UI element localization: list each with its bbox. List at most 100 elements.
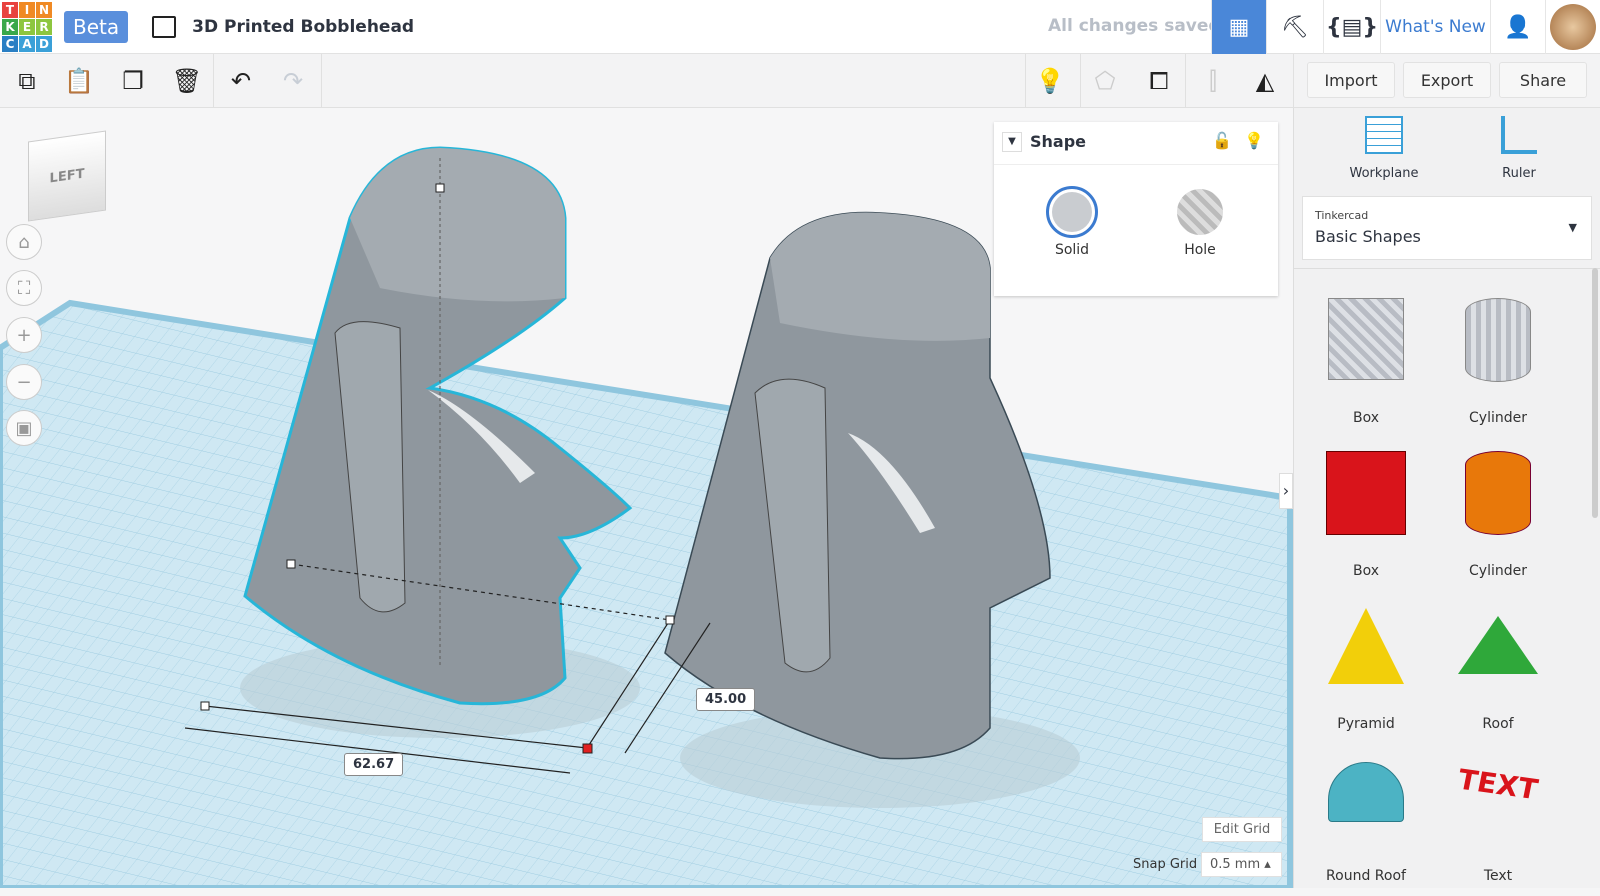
- shape-label: Text: [1483, 868, 1513, 884]
- share-button[interactable]: Share: [1499, 62, 1587, 98]
- beta-badge: Beta: [64, 10, 129, 43]
- zoom-out-button[interactable]: −: [6, 364, 42, 400]
- shape-text[interactable]: TEXT Text: [1438, 746, 1558, 896]
- logo-letter: I: [19, 1, 35, 18]
- logo-letter: K: [2, 18, 18, 35]
- align-icon[interactable]: ⫿: [1196, 64, 1230, 98]
- design-title[interactable]: 3D Printed Bobblehead: [192, 17, 414, 37]
- logo-letter: C: [2, 35, 18, 52]
- paste-icon[interactable]: 📋: [62, 64, 96, 98]
- undo-icon[interactable]: ↶: [224, 64, 258, 98]
- home-view-button[interactable]: ⌂: [6, 224, 42, 260]
- shape-label: Cylinder: [1469, 410, 1527, 426]
- redo-icon[interactable]: ↷: [276, 64, 310, 98]
- library-source: Tinkercad: [1315, 209, 1369, 222]
- logo-letter: A: [19, 35, 35, 52]
- shape-label: Roof: [1482, 716, 1514, 732]
- cylinder-icon: [1465, 451, 1531, 535]
- snap-grid-value: 0.5 mm: [1210, 857, 1261, 872]
- group-icon[interactable]: ⬠: [1088, 64, 1122, 98]
- library-name: Basic Shapes: [1315, 227, 1421, 246]
- logo-letter: N: [36, 1, 52, 18]
- shape-label: Round Roof: [1326, 868, 1406, 884]
- inspector-title: Shape: [1030, 132, 1087, 151]
- shapes-panel: Workplane Ruler Tinkercad Basic Shapes ▼…: [1293, 108, 1600, 888]
- shape-cylinder-hole[interactable]: Cylinder: [1438, 288, 1558, 438]
- snap-grid-label: Snap Grid: [1133, 857, 1198, 872]
- add-user-icon: 👤: [1504, 14, 1532, 40]
- import-button[interactable]: Import: [1307, 62, 1395, 98]
- ruler-button[interactable]: Ruler: [1469, 116, 1569, 181]
- edit-grid-button[interactable]: Edit Grid: [1202, 817, 1282, 842]
- fit-view-button[interactable]: ⛶: [6, 270, 42, 306]
- workplane-button[interactable]: Workplane: [1334, 116, 1434, 181]
- collapse-panel-button[interactable]: ›: [1279, 473, 1293, 509]
- depth-dimension[interactable]: 45.00: [696, 688, 756, 711]
- shape-label: Box: [1352, 563, 1380, 579]
- workplane-label: Workplane: [1349, 166, 1419, 181]
- shapes-scrollbar[interactable]: [1592, 268, 1598, 518]
- logo-letter: E: [19, 18, 35, 35]
- collapse-inspector-button[interactable]: ▼: [1002, 132, 1022, 152]
- delete-icon[interactable]: 🗑: [170, 64, 204, 98]
- codeblocks-icon: {▤}: [1325, 14, 1379, 40]
- zoom-in-button[interactable]: +: [6, 317, 42, 353]
- shape-label: Pyramid: [1337, 716, 1395, 732]
- box-icon: [1326, 451, 1406, 535]
- shape-cylinder[interactable]: Cylinder: [1438, 441, 1558, 591]
- shape-box-hole[interactable]: Box: [1306, 288, 1426, 438]
- perspective-icon: ▣: [15, 417, 33, 439]
- fit-icon: ⛶: [17, 277, 31, 299]
- lock-icon[interactable]: 🔓: [1212, 131, 1232, 150]
- mirror-icon[interactable]: ◭: [1248, 64, 1282, 98]
- ruler-icon: [1501, 116, 1537, 154]
- ruler-label: Ruler: [1502, 166, 1536, 181]
- shape-label: Cylinder: [1469, 563, 1527, 579]
- ungroup-icon[interactable]: ⧠: [1142, 64, 1176, 98]
- cylinder-icon: [1465, 298, 1531, 382]
- pyramid-icon: [1328, 608, 1404, 684]
- shape-round-roof[interactable]: Round Roof: [1306, 746, 1426, 896]
- whats-new-link[interactable]: What's New: [1380, 0, 1490, 54]
- design-list-icon[interactable]: [152, 15, 177, 38]
- grid-icon: ▦: [1228, 14, 1250, 40]
- duplicate-icon[interactable]: ❐: [116, 64, 150, 98]
- shape-roof[interactable]: Roof: [1438, 594, 1558, 744]
- library-select[interactable]: Tinkercad Basic Shapes ▼: [1302, 196, 1592, 260]
- minus-icon: −: [16, 371, 32, 393]
- avatar-image: [1550, 4, 1596, 50]
- perspective-button[interactable]: ▣: [6, 410, 42, 446]
- width-dimension[interactable]: 62.67: [344, 753, 404, 776]
- logo-letter: T: [2, 1, 18, 18]
- text-icon: TEXT: [1458, 762, 1538, 807]
- export-button[interactable]: Export: [1403, 62, 1491, 98]
- codeblocks-button[interactable]: {▤}: [1323, 0, 1380, 54]
- logo-letter: D: [36, 35, 52, 52]
- logo-letter: R: [36, 18, 52, 35]
- invite-user-button[interactable]: 👤: [1490, 0, 1545, 54]
- pickaxe-icon: ⛏: [1281, 14, 1309, 40]
- plus-icon: +: [16, 324, 32, 346]
- shape-box[interactable]: Box: [1306, 441, 1426, 591]
- lightbulb-icon[interactable]: 💡: [1033, 64, 1067, 98]
- user-avatar[interactable]: [1545, 0, 1600, 54]
- hole-label: Hole: [1184, 242, 1216, 258]
- home-icon: ⌂: [18, 231, 30, 253]
- 3d-design-view-button[interactable]: ▦: [1211, 0, 1266, 54]
- shape-label: Box: [1352, 410, 1380, 426]
- solid-label: Solid: [1054, 242, 1090, 258]
- shape-pyramid[interactable]: Pyramid: [1306, 594, 1426, 744]
- copy-icon[interactable]: ⧉: [10, 64, 44, 98]
- view-cube[interactable]: LEFT: [28, 130, 106, 222]
- snap-grid-select[interactable]: 0.5 mm ▴: [1201, 852, 1282, 877]
- hole-option[interactable]: [1177, 189, 1223, 235]
- chevron-down-icon: ▼: [1568, 221, 1577, 234]
- lightbulb-icon[interactable]: 💡: [1244, 131, 1264, 150]
- tinkercad-logo[interactable]: T I N K E R C A D: [2, 1, 52, 52]
- box-icon: [1328, 298, 1404, 380]
- round-roof-icon: [1328, 762, 1404, 822]
- solid-option[interactable]: [1046, 186, 1098, 238]
- roof-icon: [1458, 616, 1538, 674]
- minecraft-view-button[interactable]: ⛏: [1266, 0, 1323, 54]
- workplane-icon: [1365, 116, 1403, 154]
